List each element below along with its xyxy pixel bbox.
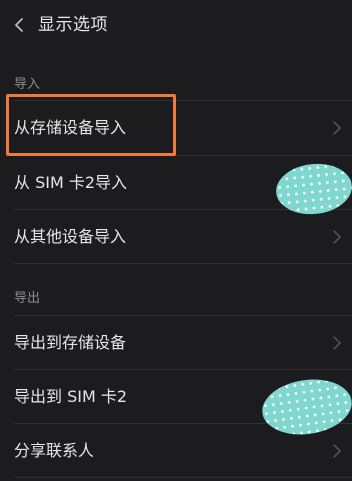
divider [14, 315, 352, 316]
divider [14, 155, 352, 156]
row-label: 导出到 SIM 卡2 [14, 387, 128, 406]
row-label: 分享联系人 [14, 441, 95, 460]
header-bar: 显示选项 [0, 0, 352, 52]
divider [14, 369, 352, 370]
share-contacts-row[interactable]: 分享联系人 [0, 425, 352, 477]
chevron-right-icon [333, 444, 341, 458]
divider [14, 209, 352, 210]
import-from-other-device-row[interactable]: 从其他设备导入 [0, 211, 352, 263]
divider [14, 100, 352, 101]
row-label: 导出到存储设备 [14, 333, 127, 352]
divider [14, 263, 352, 264]
row-label: 从存储设备导入 [14, 118, 127, 137]
chevron-right-icon [333, 390, 341, 404]
row-label: 从 SIM 卡2导入 [14, 173, 128, 192]
chevron-right-icon [333, 176, 341, 190]
chevron-right-icon [333, 336, 341, 350]
export-to-storage-row[interactable]: 导出到存储设备 [0, 317, 352, 369]
chevron-left-icon [15, 18, 23, 32]
section-label-export: 导出 [14, 291, 41, 306]
divider [14, 477, 352, 478]
back-button[interactable] [8, 12, 30, 38]
import-from-storage-row[interactable]: 从存储设备导入 [0, 102, 352, 154]
section-label-import: 导入 [14, 77, 41, 92]
import-from-sim2-row[interactable]: 从 SIM 卡2导入 [0, 157, 352, 209]
export-to-sim2-row[interactable]: 导出到 SIM 卡2 [0, 371, 352, 423]
page-title: 显示选项 [38, 15, 108, 35]
row-label: 从其他设备导入 [14, 227, 127, 246]
chevron-right-icon [333, 230, 341, 244]
chevron-right-icon [333, 121, 341, 135]
divider [14, 423, 352, 424]
